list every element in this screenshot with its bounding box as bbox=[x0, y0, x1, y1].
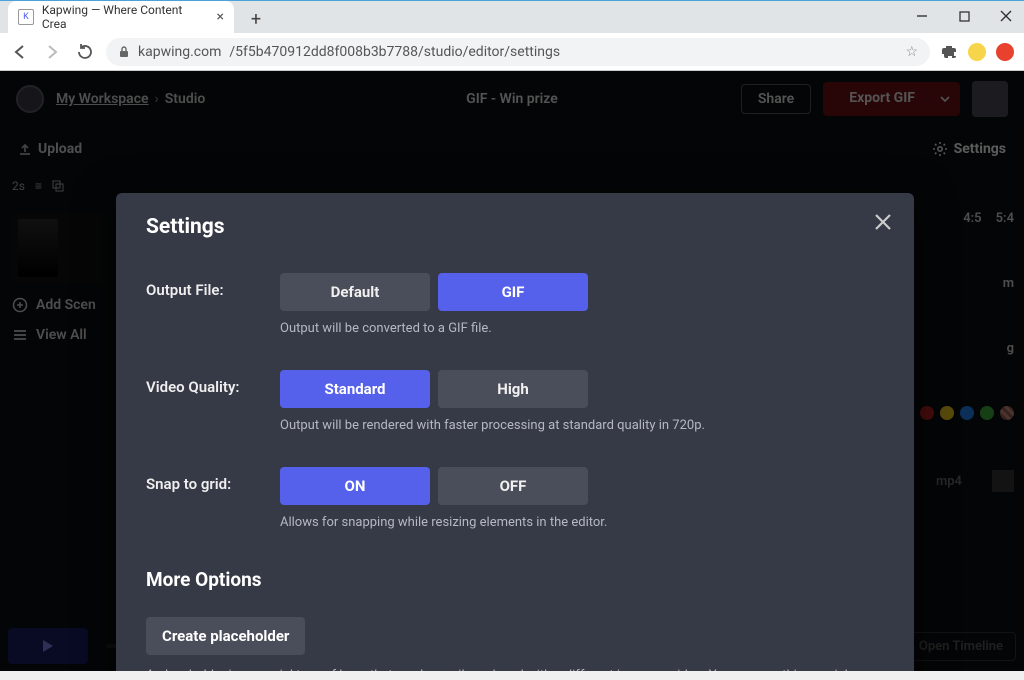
output-file-default[interactable]: Default bbox=[280, 273, 430, 311]
app-background: My Workspace › Studio GIF - Win prize Sh… bbox=[0, 71, 1024, 671]
favicon-icon: K bbox=[18, 9, 34, 25]
video-quality-high[interactable]: High bbox=[438, 370, 588, 408]
tab-title: Kapwing — Where Content Crea bbox=[42, 3, 209, 31]
video-quality-standard[interactable]: Standard bbox=[280, 370, 430, 408]
reload-button[interactable] bbox=[74, 42, 94, 62]
close-icon bbox=[874, 213, 892, 231]
tab-close-icon[interactable]: × bbox=[217, 9, 224, 25]
modal-close-button[interactable] bbox=[874, 213, 892, 231]
create-placeholder-button[interactable]: Create placeholder bbox=[146, 617, 305, 655]
url-path: /5f5b470912dd8f008b3b7788/studio/editor/… bbox=[229, 44, 560, 60]
star-icon[interactable]: ☆ bbox=[905, 44, 918, 60]
video-quality-desc: Output will be rendered with faster proc… bbox=[280, 418, 705, 433]
output-file-desc: Output will be converted to a GIF file. bbox=[280, 321, 588, 336]
snap-label: Snap to grid: bbox=[146, 467, 264, 493]
snap-off[interactable]: OFF bbox=[438, 467, 588, 505]
extensions-icon[interactable] bbox=[942, 44, 958, 60]
url-host: kapwing.com bbox=[138, 44, 221, 60]
output-file-label: Output File: bbox=[146, 273, 264, 299]
placeholder-description: A placeholder is a special type of layer… bbox=[146, 667, 884, 671]
extension-yellow-icon[interactable] bbox=[968, 43, 986, 61]
snap-desc: Allows for snapping while resizing eleme… bbox=[280, 515, 607, 530]
more-options-heading: More Options bbox=[146, 568, 884, 591]
settings-modal: Settings Output File: Default GIF Output… bbox=[116, 193, 914, 671]
address-bar[interactable]: kapwing.com/5f5b470912dd8f008b3b7788/stu… bbox=[106, 38, 930, 66]
modal-title: Settings bbox=[146, 215, 884, 239]
browser-tab[interactable]: K Kapwing — Where Content Crea × bbox=[8, 1, 234, 33]
forward-button[interactable] bbox=[42, 42, 62, 62]
snap-on[interactable]: ON bbox=[280, 467, 430, 505]
extension-red-icon[interactable] bbox=[996, 43, 1014, 61]
lock-icon bbox=[118, 45, 130, 58]
new-tab-button[interactable]: + bbox=[242, 5, 270, 33]
browser-chrome: K Kapwing — Where Content Crea × + kapwi… bbox=[0, 0, 1024, 71]
back-button[interactable] bbox=[10, 42, 30, 62]
output-file-gif[interactable]: GIF bbox=[438, 273, 588, 311]
video-quality-label: Video Quality: bbox=[146, 370, 264, 396]
